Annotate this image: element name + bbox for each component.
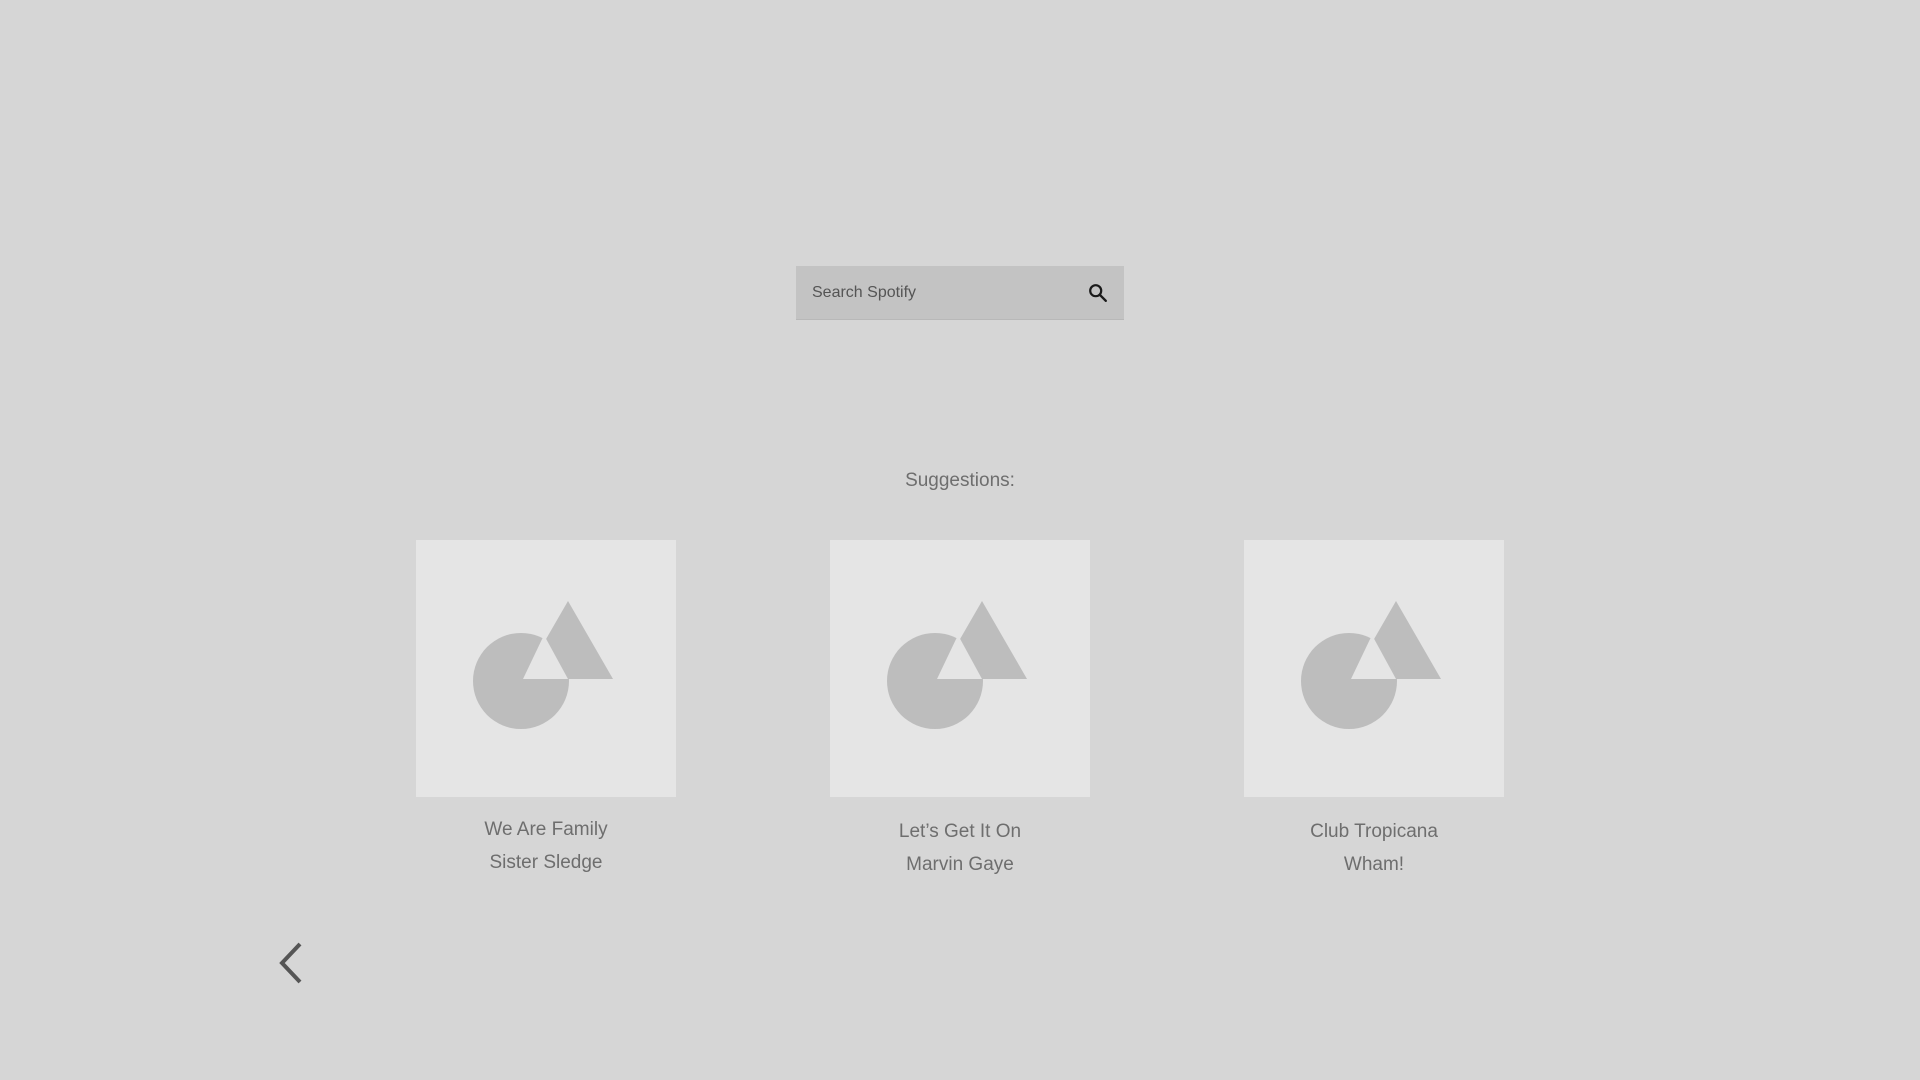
chevron-left-icon (279, 942, 302, 984)
suggestion-caption: We Are Family Sister Sledge (416, 813, 676, 879)
track-title: Club Tropicana (1310, 821, 1438, 842)
search-bar (796, 266, 1124, 320)
search-button[interactable] (1080, 275, 1116, 311)
album-art (1244, 540, 1504, 797)
track-title: Let’s Get It On (898, 821, 1022, 842)
back-button[interactable] (268, 938, 314, 988)
image-placeholder-icon (887, 600, 1027, 729)
screen: Suggestions: We Are Family Sister Sledge… (0, 0, 1920, 1080)
track-artist: Wham! (1343, 854, 1405, 875)
image-placeholder-icon (1301, 600, 1441, 729)
search-icon (1089, 284, 1107, 302)
track-title: We Are Family (484, 819, 608, 840)
suggestion-caption: Club Tropicana Wham! (1244, 815, 1504, 881)
track-artist: Marvin Gaye (906, 854, 1014, 875)
suggestions-label: Suggestions: (905, 470, 1015, 491)
album-art (830, 540, 1090, 797)
suggestion-card[interactable]: We Are Family Sister Sledge (416, 540, 676, 879)
track-artist: Sister Sledge (489, 852, 603, 873)
suggestion-caption: Let’s Get It On Marvin Gaye (830, 815, 1090, 881)
search-input[interactable] (796, 266, 1066, 320)
image-placeholder-icon (473, 600, 613, 729)
album-art (416, 540, 676, 797)
suggestion-card[interactable]: Club Tropicana Wham! (1244, 540, 1504, 881)
suggestion-card[interactable]: Let’s Get It On Marvin Gaye (830, 540, 1090, 881)
